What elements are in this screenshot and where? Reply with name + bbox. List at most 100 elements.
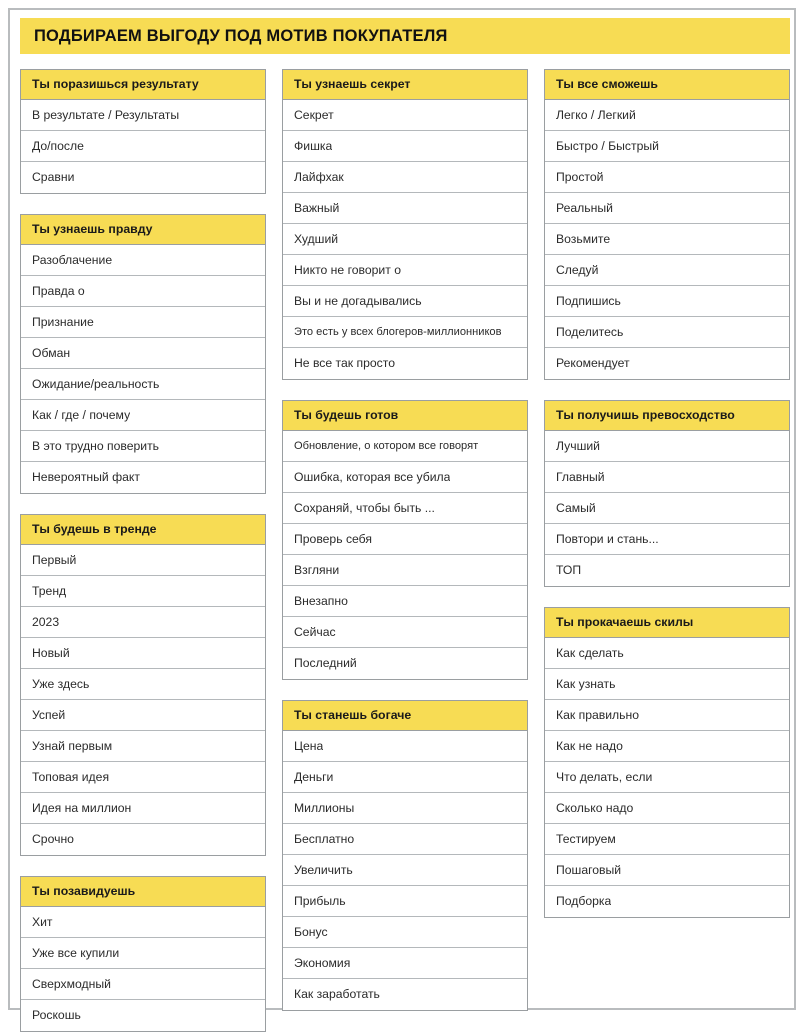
benefit-row[interactable]: Тренд [21, 576, 265, 607]
benefit-row[interactable]: 2023 [21, 607, 265, 638]
benefit-row-label: Первый [32, 552, 77, 567]
benefit-row[interactable]: Что делать, если [545, 762, 789, 793]
benefit-row[interactable]: Главный [545, 462, 789, 493]
benefit-row[interactable]: Как узнать [545, 669, 789, 700]
benefit-row[interactable]: Последний [283, 648, 527, 679]
benefit-row[interactable]: Как не надо [545, 731, 789, 762]
benefit-row[interactable]: Уже здесь [21, 669, 265, 700]
benefit-row[interactable]: Худший [283, 224, 527, 255]
benefit-row[interactable]: Самый [545, 493, 789, 524]
benefit-row[interactable]: Новый [21, 638, 265, 669]
benefit-row[interactable]: Как заработать [283, 979, 527, 1010]
benefit-row[interactable]: Невероятный факт [21, 462, 265, 493]
benefit-row[interactable]: Обман [21, 338, 265, 369]
benefit-row[interactable]: Первый [21, 545, 265, 576]
benefit-row-label: Узнай первым [32, 738, 113, 753]
benefit-row[interactable]: ТОП [545, 555, 789, 586]
benefit-row-label: Увеличить [294, 862, 353, 877]
motive-group-header[interactable]: Ты получишь превосходство [545, 401, 789, 431]
benefit-row[interactable]: Прибыль [283, 886, 527, 917]
benefit-row-label: Обновление, о котором все говорят [294, 439, 479, 452]
benefit-row[interactable]: Возьмите [545, 224, 789, 255]
benefit-row[interactable]: Цена [283, 731, 527, 762]
benefit-row[interactable]: Уже все купили [21, 938, 265, 969]
benefit-row[interactable]: Секрет [283, 100, 527, 131]
benefit-row[interactable]: Простой [545, 162, 789, 193]
benefit-row[interactable]: Хит [21, 907, 265, 938]
benefit-row[interactable]: Важный [283, 193, 527, 224]
motive-group-header[interactable]: Ты все сможешь [545, 70, 789, 100]
benefit-row-label: Срочно [32, 832, 74, 847]
benefit-row[interactable]: Сверхмодный [21, 969, 265, 1000]
benefit-row[interactable]: Бесплатно [283, 824, 527, 855]
benefit-row[interactable]: Легко / Легкий [545, 100, 789, 131]
benefit-row[interactable]: Экономия [283, 948, 527, 979]
benefit-row[interactable]: Сейчас [283, 617, 527, 648]
page-content: ПОДБИРАЕМ ВЫГОДУ ПОД МОТИВ ПОКУПАТЕЛЯ Ты… [20, 18, 790, 1032]
benefit-row[interactable]: Тестируем [545, 824, 789, 855]
benefit-row[interactable]: Пошаговый [545, 855, 789, 886]
benefit-row[interactable]: Реальный [545, 193, 789, 224]
motive-group-title: Ты позавидуешь [32, 883, 136, 898]
benefit-row[interactable]: Как сделать [545, 638, 789, 669]
benefit-row[interactable]: Срочно [21, 824, 265, 855]
benefit-row-label: Как заработать [294, 987, 380, 1002]
benefit-row[interactable]: Лучший [545, 431, 789, 462]
benefit-row[interactable]: Проверь себя [283, 524, 527, 555]
benefit-row[interactable]: Внезапно [283, 586, 527, 617]
benefit-row[interactable]: Идея на миллион [21, 793, 265, 824]
benefit-row[interactable]: Признание [21, 307, 265, 338]
benefit-row[interactable]: Ожидание/реальность [21, 369, 265, 400]
benefit-row[interactable]: Не все так просто [283, 348, 527, 379]
column-3: Ты все сможешь Легко / Легкий Быстро / Быс… [544, 69, 790, 918]
benefit-row[interactable]: Вы и не догадывались [283, 286, 527, 317]
benefit-row-label: В результате / Результаты [32, 107, 180, 122]
benefit-row[interactable]: В это трудно поверить [21, 431, 265, 462]
motive-group-header[interactable]: Ты поразишься результату [21, 70, 265, 100]
benefit-row[interactable]: Сколько надо [545, 793, 789, 824]
benefit-row[interactable]: Подборка [545, 886, 789, 917]
benefit-row[interactable]: Миллионы [283, 793, 527, 824]
benefit-row-label: Лайфхак [294, 169, 344, 184]
benefit-row[interactable]: Как / где / почему [21, 400, 265, 431]
benefit-row[interactable]: Поделитесь [545, 317, 789, 348]
benefit-row[interactable]: Роскошь [21, 1000, 265, 1031]
benefit-row[interactable]: Бонус [283, 917, 527, 948]
benefit-row[interactable]: Ошибка, которая все убила [283, 462, 527, 493]
benefit-row[interactable]: Узнай первым [21, 731, 265, 762]
benefit-row[interactable]: Обновление, о котором все говорят [283, 431, 527, 462]
benefit-row[interactable]: Взгляни [283, 555, 527, 586]
benefit-row[interactable]: В результате / Результаты [21, 100, 265, 131]
motive-group-header[interactable]: Ты узнаешь правду [21, 215, 265, 245]
benefit-row[interactable]: Успей [21, 700, 265, 731]
benefit-row[interactable]: Фишка [283, 131, 527, 162]
benefit-row[interactable]: Деньги [283, 762, 527, 793]
benefit-row[interactable]: Разоблачение [21, 245, 265, 276]
benefit-row-label: Следуй [556, 262, 599, 277]
motive-group-header[interactable]: Ты позавидуешь [21, 877, 265, 907]
benefit-row[interactable]: Топовая идея [21, 762, 265, 793]
benefit-row[interactable]: Быстро / Быстрый [545, 131, 789, 162]
motive-group-title: Ты прокачаешь скилы [556, 614, 694, 629]
benefit-row[interactable]: Это есть у всех блогеров-миллионников [283, 317, 527, 348]
benefit-row[interactable]: Сохраняй, чтобы быть ... [283, 493, 527, 524]
benefit-row[interactable]: Лайфхак [283, 162, 527, 193]
benefit-row[interactable]: Подпишись [545, 286, 789, 317]
benefit-row[interactable]: До/после [21, 131, 265, 162]
motive-group-header[interactable]: Ты будешь в тренде [21, 515, 265, 545]
benefit-row[interactable]: Следуй [545, 255, 789, 286]
benefit-row[interactable]: Как правильно [545, 700, 789, 731]
benefit-row[interactable]: Никто не говорит о [283, 255, 527, 286]
benefit-row-label: Что делать, если [556, 769, 653, 784]
benefit-row[interactable]: Рекомендует [545, 348, 789, 379]
motive-group-header[interactable]: Ты узнаешь секрет [283, 70, 527, 100]
motive-group-header[interactable]: Ты станешь богаче [283, 701, 527, 731]
benefit-row-label: Цена [294, 738, 324, 753]
benefit-row[interactable]: Правда о [21, 276, 265, 307]
motive-group-header[interactable]: Ты прокачаешь скилы [545, 608, 789, 638]
benefit-row[interactable]: Повтори и стань... [545, 524, 789, 555]
motive-group-title: Ты будешь в тренде [32, 521, 157, 536]
motive-group-header[interactable]: Ты будешь готов [283, 401, 527, 431]
benefit-row[interactable]: Увеличить [283, 855, 527, 886]
benefit-row[interactable]: Сравни [21, 162, 265, 193]
